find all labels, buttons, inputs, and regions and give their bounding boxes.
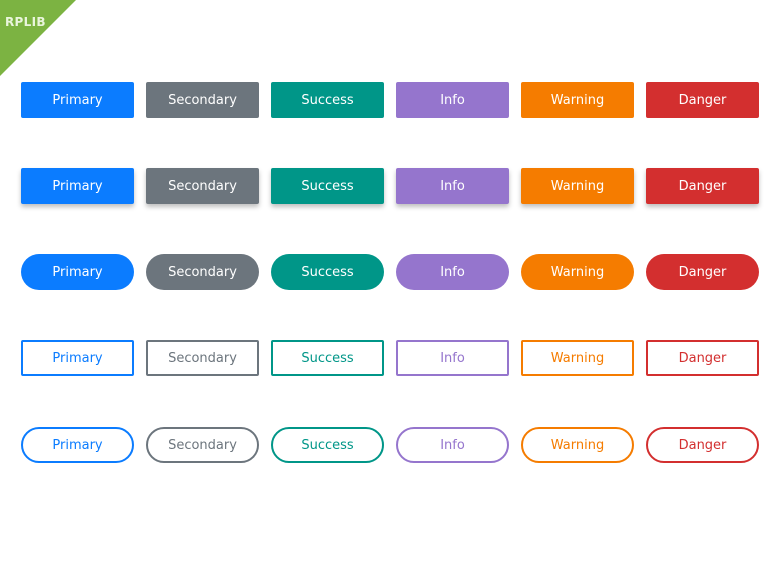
button-row-pill: Primary Secondary Success Info Warning Danger: [21, 254, 759, 290]
info-outline-pill-button[interactable]: Info: [396, 427, 509, 463]
danger-outline-button[interactable]: Danger: [646, 340, 759, 376]
button-row-solid: Primary Secondary Success Info Warning Danger: [21, 82, 759, 118]
success-pill-button[interactable]: Success: [271, 254, 384, 290]
secondary-pill-button[interactable]: Secondary: [146, 254, 259, 290]
secondary-raised-button[interactable]: Secondary: [146, 168, 259, 204]
info-pill-button[interactable]: Info: [396, 254, 509, 290]
danger-pill-button[interactable]: Danger: [646, 254, 759, 290]
secondary-outline-pill-button[interactable]: Secondary: [146, 427, 259, 463]
info-solid-button[interactable]: Info: [396, 82, 509, 118]
primary-pill-button[interactable]: Primary: [21, 254, 134, 290]
warning-outline-pill-button[interactable]: Warning: [521, 427, 634, 463]
success-raised-button[interactable]: Success: [271, 168, 384, 204]
button-row-raised: Primary Secondary Success Info Warning Danger: [21, 168, 759, 204]
button-row-outline: Primary Secondary Success Info Warning Danger: [21, 340, 759, 376]
warning-raised-button[interactable]: Warning: [521, 168, 634, 204]
warning-outline-button[interactable]: Warning: [521, 340, 634, 376]
danger-raised-button[interactable]: Danger: [646, 168, 759, 204]
success-outline-button[interactable]: Success: [271, 340, 384, 376]
info-outline-button[interactable]: Info: [396, 340, 509, 376]
primary-raised-button[interactable]: Primary: [21, 168, 134, 204]
secondary-outline-button[interactable]: Secondary: [146, 340, 259, 376]
info-raised-button[interactable]: Info: [396, 168, 509, 204]
warning-solid-button[interactable]: Warning: [521, 82, 634, 118]
danger-outline-pill-button[interactable]: Danger: [646, 427, 759, 463]
secondary-solid-button[interactable]: Secondary: [146, 82, 259, 118]
primary-solid-button[interactable]: Primary: [21, 82, 134, 118]
primary-outline-pill-button[interactable]: Primary: [21, 427, 134, 463]
success-solid-button[interactable]: Success: [271, 82, 384, 118]
primary-outline-button[interactable]: Primary: [21, 340, 134, 376]
library-badge: RPLIB: [5, 15, 46, 29]
warning-pill-button[interactable]: Warning: [521, 254, 634, 290]
button-row-outline-pill: Primary Secondary Success Info Warning Danger: [21, 427, 759, 463]
corner-ribbon: [0, 0, 76, 76]
danger-solid-button[interactable]: Danger: [646, 82, 759, 118]
success-outline-pill-button[interactable]: Success: [271, 427, 384, 463]
